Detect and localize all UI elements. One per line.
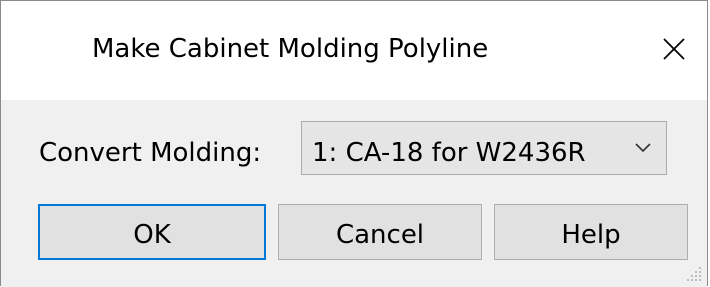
cancel-button-label: Cancel bbox=[335, 220, 425, 250]
help-button-label: Help bbox=[561, 220, 621, 250]
chevron-down-icon bbox=[635, 143, 651, 153]
convert-molding-select[interactable]: 1: CA-18 for W2436R bbox=[301, 121, 667, 175]
close-icon bbox=[663, 38, 685, 60]
help-button[interactable]: Help bbox=[494, 204, 688, 260]
dialog-title: Make Cabinet Molding Polyline bbox=[92, 34, 489, 64]
convert-molding-selected-value: 1: CA-18 for W2436R bbox=[312, 138, 586, 168]
dialog-window: Make Cabinet Molding Polyline Convert Mo… bbox=[0, 0, 708, 287]
ok-button-label: OK bbox=[133, 220, 171, 250]
resize-grip-icon[interactable] bbox=[685, 265, 703, 283]
convert-molding-label: Convert Molding: bbox=[39, 138, 262, 168]
ok-button[interactable]: OK bbox=[38, 204, 266, 260]
cancel-button[interactable]: Cancel bbox=[278, 204, 482, 260]
title-bar[interactable]: Make Cabinet Molding Polyline bbox=[1, 1, 707, 100]
close-button[interactable] bbox=[641, 25, 697, 73]
dialog-content: Convert Molding: 1: CA-18 for W2436R OK … bbox=[1, 100, 707, 287]
